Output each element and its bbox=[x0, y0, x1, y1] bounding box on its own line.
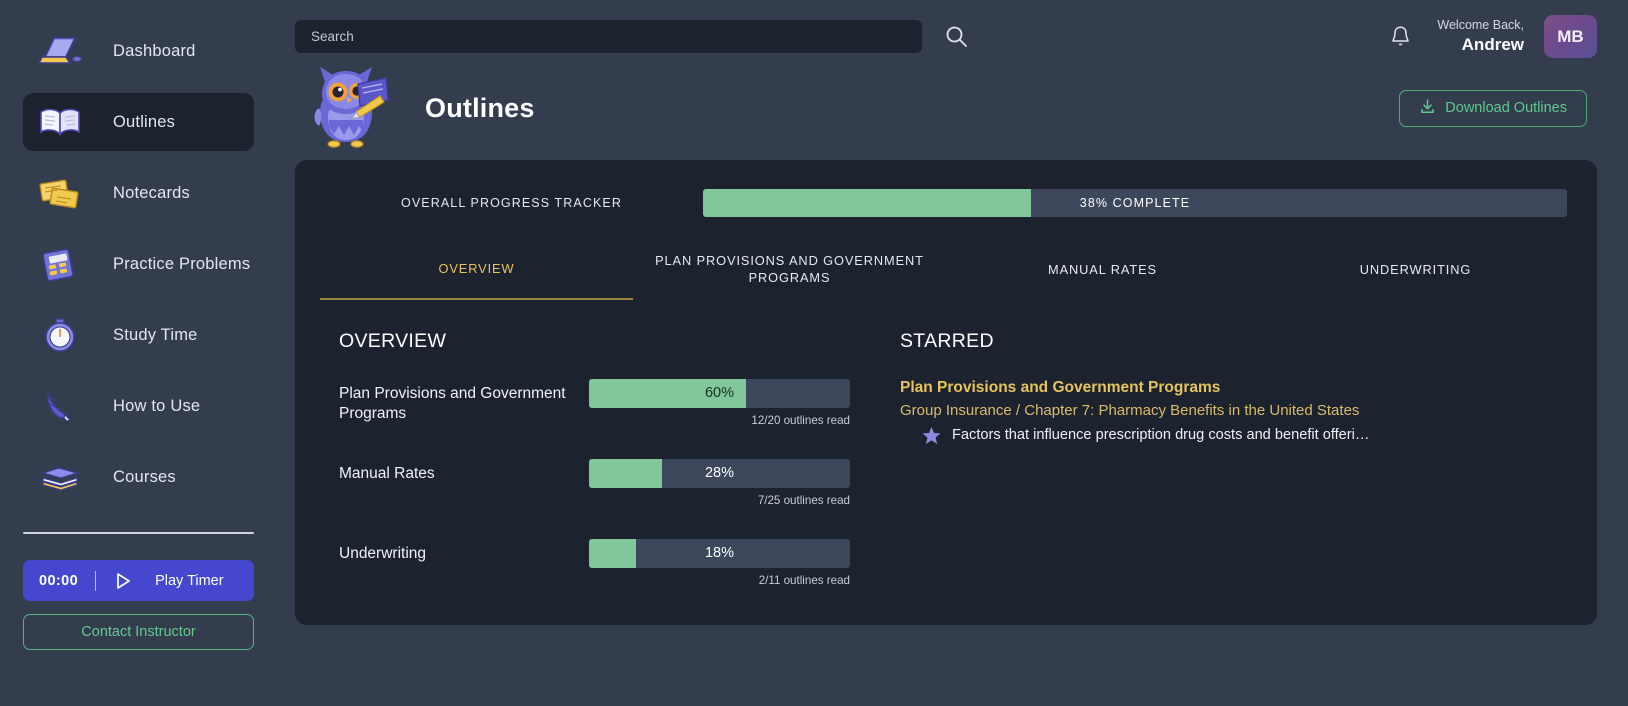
card-panels: OVERVIEW Plan Provisions and Government … bbox=[320, 330, 1572, 619]
progress-row: Underwriting 18% 2/11 outlines read bbox=[339, 538, 890, 619]
star-icon bbox=[922, 426, 941, 445]
overall-progress-fill bbox=[703, 189, 1032, 217]
progress-bar: 28% bbox=[589, 458, 850, 488]
tab-label: UNDERWRITING bbox=[1359, 261, 1472, 277]
overall-progress-bar: 38% COMPLETE bbox=[703, 189, 1567, 217]
sidebar-item-label: Practice Problems bbox=[113, 254, 251, 273]
top-bar-right: Welcome Back, Andrew MB bbox=[1379, 15, 1597, 58]
progress-row-subtext: 7/25 outlines read bbox=[757, 493, 850, 507]
overall-progress-label: OVERALL PROGRESS TRACKER bbox=[401, 196, 622, 210]
stopwatch-icon bbox=[33, 313, 87, 357]
tab-label: PLAN PROVISIONS AND GOVERNMENT PROGRAMS bbox=[655, 253, 924, 286]
progress-row-barwrap: 28% 7/25 outlines read bbox=[589, 458, 850, 507]
sidebar-item-outlines[interactable]: Outlines bbox=[23, 93, 254, 151]
tab-manual-rates[interactable]: MANUAL RATES bbox=[946, 244, 1259, 300]
play-timer-button[interactable]: 00:00 Play Timer bbox=[23, 560, 254, 601]
app-root: Dashboard Outlines Notecards Practice Pr… bbox=[0, 0, 1628, 706]
sidebar-item-how-to-use[interactable]: How to Use bbox=[23, 377, 254, 435]
sidebar-item-notecards[interactable]: Notecards bbox=[23, 164, 254, 222]
starred-course-title[interactable]: Plan Provisions and Government Programs bbox=[900, 379, 1572, 397]
sidebar-item-label: Notecards bbox=[113, 183, 191, 202]
laptop-icon bbox=[33, 29, 87, 73]
overview-section-title: OVERVIEW bbox=[339, 329, 447, 352]
progress-bar: 60% bbox=[589, 378, 850, 408]
welcome-greeting: Welcome Back, bbox=[1437, 18, 1524, 33]
calculator-icon bbox=[33, 242, 87, 286]
page-title: Outlines bbox=[425, 92, 535, 123]
timer-separator bbox=[95, 570, 97, 591]
sidebar: Dashboard Outlines Notecards Practice Pr… bbox=[0, 0, 277, 706]
starred-section-title: STARRED bbox=[900, 329, 994, 352]
search-input[interactable] bbox=[295, 20, 922, 53]
books-stack-icon bbox=[33, 455, 87, 499]
download-outlines-label: Download Outlines bbox=[1445, 100, 1567, 116]
starred-panel: STARRED Plan Provisions and Government P… bbox=[890, 330, 1572, 619]
avatar[interactable]: MB bbox=[1544, 15, 1597, 58]
progress-row-subtext: 12/20 outlines read bbox=[751, 413, 850, 427]
overall-progress-text: 38% COMPLETE bbox=[1079, 196, 1191, 210]
progress-bar: 18% bbox=[589, 538, 850, 568]
notecards-icon bbox=[33, 171, 87, 215]
progress-row-barwrap: 60% 12/20 outlines read bbox=[589, 378, 850, 427]
progress-bar-percent: 28% bbox=[704, 465, 735, 482]
sidebar-item-label: Courses bbox=[113, 467, 176, 486]
progress-bar-percent: 18% bbox=[704, 545, 735, 562]
tab-underwriting[interactable]: UNDERWRITING bbox=[1259, 244, 1572, 300]
notification-bell-icon[interactable] bbox=[1379, 16, 1421, 58]
play-timer-label: Play Timer bbox=[155, 572, 224, 589]
progress-row-subtext: 2/11 outlines read bbox=[758, 573, 850, 587]
quill-pen-icon bbox=[33, 384, 87, 428]
page-title-row: Outlines Download Outlines bbox=[295, 60, 1597, 156]
sidebar-item-study-time[interactable]: Study Time bbox=[23, 306, 254, 364]
timer-value: 00:00 bbox=[39, 572, 79, 589]
progress-row-name: Plan Provisions and Government Programs bbox=[339, 384, 566, 422]
tab-plan-provisions-and-government-programs[interactable]: PLAN PROVISIONS AND GOVERNMENT PROGRAMS bbox=[633, 244, 946, 300]
search-icon[interactable] bbox=[936, 18, 976, 56]
avatar-initials: MB bbox=[1557, 26, 1584, 46]
contact-instructor-label: Contact Instructor bbox=[81, 624, 196, 640]
tab-bar: OVERVIEW PLAN PROVISIONS AND GOVERNMENT … bbox=[320, 244, 1572, 300]
overall-progress-tracker: OVERALL PROGRESS TRACKER 38% COMPLETE bbox=[320, 182, 1572, 224]
download-icon bbox=[1419, 98, 1436, 119]
progress-row: Plan Provisions and Government Programs … bbox=[339, 378, 890, 459]
tab-overview[interactable]: OVERVIEW bbox=[320, 244, 633, 300]
welcome-block: Welcome Back, Andrew bbox=[1437, 18, 1524, 55]
owl-mascot-icon bbox=[300, 64, 394, 152]
outlines-card: OVERALL PROGRESS TRACKER 38% COMPLETE OV… bbox=[295, 160, 1597, 625]
sidebar-nav: Dashboard Outlines Notecards Practice Pr… bbox=[0, 22, 277, 506]
starred-item-label: Factors that influence prescription drug… bbox=[952, 427, 1370, 444]
starred-list-item[interactable]: Factors that influence prescription drug… bbox=[900, 426, 1572, 445]
starred-chapter-title[interactable]: Group Insurance / Chapter 7: Pharmacy Be… bbox=[900, 402, 1572, 419]
open-book-icon bbox=[33, 100, 87, 144]
sidebar-divider bbox=[23, 532, 254, 534]
progress-row-name: Underwriting bbox=[339, 544, 427, 562]
download-outlines-button[interactable]: Download Outlines bbox=[1399, 89, 1587, 127]
play-icon bbox=[113, 571, 133, 591]
sidebar-item-label: Study Time bbox=[113, 325, 198, 344]
progress-bar-percent: 60% bbox=[704, 385, 735, 402]
tab-label: OVERVIEW bbox=[438, 260, 515, 276]
welcome-username: Andrew bbox=[1461, 34, 1524, 54]
sidebar-item-dashboard[interactable]: Dashboard bbox=[23, 22, 254, 80]
progress-row: Manual Rates 28% 7/25 outlines read bbox=[339, 458, 890, 539]
main-content: Welcome Back, Andrew MB bbox=[277, 0, 1628, 706]
sidebar-item-label: Outlines bbox=[113, 112, 176, 131]
progress-row-barwrap: 18% 2/11 outlines read bbox=[589, 538, 850, 587]
overview-panel: OVERVIEW Plan Provisions and Government … bbox=[320, 330, 890, 619]
contact-instructor-button[interactable]: Contact Instructor bbox=[23, 614, 254, 650]
sidebar-item-label: How to Use bbox=[113, 396, 201, 415]
top-bar: Welcome Back, Andrew MB bbox=[295, 0, 1597, 60]
sidebar-item-practice-problems[interactable]: Practice Problems bbox=[23, 235, 254, 293]
progress-row-name: Manual Rates bbox=[339, 464, 435, 482]
tab-label: MANUAL RATES bbox=[1048, 261, 1157, 277]
sidebar-item-courses[interactable]: Courses bbox=[23, 448, 254, 506]
sidebar-item-label: Dashboard bbox=[113, 41, 196, 60]
